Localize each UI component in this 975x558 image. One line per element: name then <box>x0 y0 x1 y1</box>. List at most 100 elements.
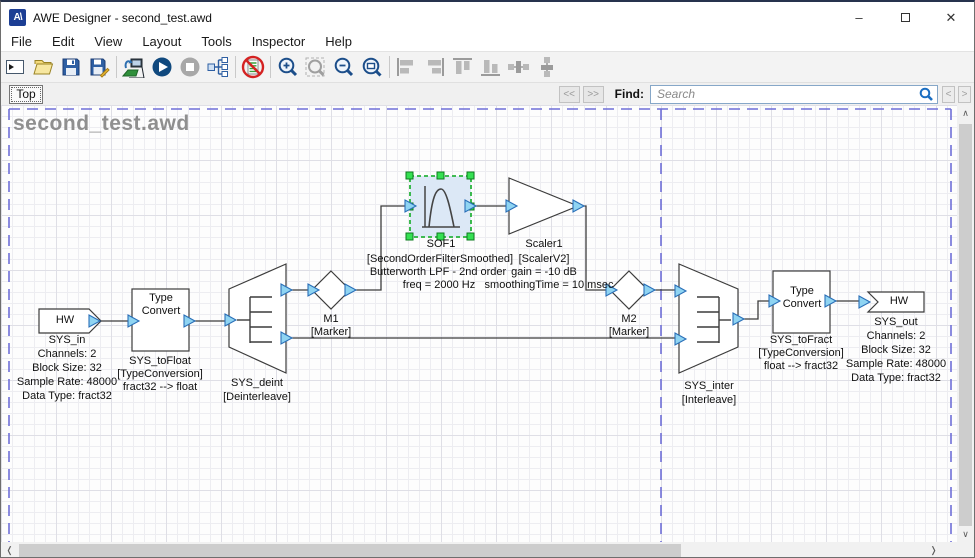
menu-view[interactable]: View <box>84 31 132 51</box>
wire[interactable] <box>738 301 773 319</box>
inspector-disabled-button[interactable] <box>239 54 267 81</box>
scaler1-name: Scaler1 <box>525 238 562 251</box>
menu-bar: File Edit View Layout Tools Inspector He… <box>1 31 974 52</box>
minimize-button[interactable]: – <box>836 4 882 31</box>
zoom-selection-button[interactable] <box>302 54 330 81</box>
history-forward-button[interactable]: >> <box>583 86 604 103</box>
toolbar-separator <box>235 56 236 78</box>
scaler1-type: [ScalerV2] <box>519 253 570 266</box>
navigation-row: Top << >> Find: < > <box>1 83 974 105</box>
search-icon[interactable] <box>919 87 934 102</box>
sys-out-shape-label: HW <box>890 295 908 308</box>
open-folder-icon <box>32 56 54 78</box>
sys-tofloat-shape-label: Convert <box>142 305 181 318</box>
propagate-changes-icon <box>206 56 230 78</box>
scroll-down-icon[interactable]: ∨ <box>957 526 974 543</box>
menu-file[interactable]: File <box>1 31 42 51</box>
align-top-button[interactable] <box>449 54 477 81</box>
sys-deint-type: [Deinterleave] <box>223 391 291 404</box>
toolbar-separator <box>270 56 271 78</box>
menu-edit[interactable]: Edit <box>42 31 84 51</box>
find-next-button[interactable]: > <box>958 86 971 103</box>
pin-icon[interactable] <box>859 296 870 308</box>
align-top-icon <box>451 56 475 78</box>
sof1-name: SOF1 <box>427 238 456 251</box>
zoom-in-button[interactable] <box>274 54 302 81</box>
vertical-scrollbar-thumb[interactable] <box>959 124 972 527</box>
sys-out-prop: Block Size: 32 <box>861 344 931 357</box>
sys-tofract-detail: float --> fract32 <box>764 360 838 373</box>
tab-top[interactable]: Top <box>9 85 43 104</box>
open-file-button[interactable] <box>29 54 57 81</box>
sys-tofloat-detail: fract32 --> float <box>123 381 197 394</box>
save-icon <box>60 56 82 78</box>
pin-icon[interactable] <box>573 200 584 212</box>
distribute-vertical-icon <box>536 56 558 78</box>
align-left-button[interactable] <box>393 54 421 81</box>
save-as-icon <box>88 56 110 78</box>
distribute-horizontal-button[interactable] <box>505 54 533 81</box>
scroll-right-icon[interactable]: ❭ <box>925 542 942 558</box>
m2-name: M2 <box>621 313 636 326</box>
sys-in-prop: Block Size: 32 <box>32 362 102 375</box>
sys-deint-name: SYS_deint <box>231 377 283 390</box>
zoom-out-button[interactable] <box>330 54 358 81</box>
scroll-up-icon[interactable]: ∧ <box>957 105 974 122</box>
sof1-detail: freq = 2000 Hz <box>403 279 475 292</box>
zoom-in-icon <box>277 56 299 78</box>
distribute-vertical-button[interactable] <box>533 54 561 81</box>
align-bottom-button[interactable] <box>477 54 505 81</box>
block-sys-inter[interactable] <box>679 264 738 373</box>
sys-out-prop: Sample Rate: 48000 <box>846 358 946 371</box>
zoom-fit-button[interactable] <box>358 54 386 81</box>
block-sys-deint[interactable] <box>229 264 286 373</box>
menu-layout[interactable]: Layout <box>132 31 191 51</box>
menu-inspector[interactable]: Inspector <box>242 31 315 51</box>
block-scaler1[interactable] <box>509 178 578 234</box>
search-input[interactable] <box>650 85 938 104</box>
horizontal-scrollbar[interactable]: ❬ ❭ <box>1 542 959 558</box>
app-window: A\ AWE Designer - second_test.awd – ✕ Fi… <box>0 0 975 558</box>
pin-icon[interactable] <box>345 284 356 296</box>
sys-in-prop: Channels: 2 <box>38 348 97 361</box>
toolbar-separator <box>116 56 117 78</box>
m2-type: [Marker] <box>609 326 649 339</box>
sys-in-shape-label: HW <box>56 314 74 327</box>
wire[interactable] <box>578 206 610 290</box>
sys-inter-type: [Interleave] <box>682 394 736 407</box>
maximize-button[interactable] <box>882 4 928 31</box>
m1-type: [Marker] <box>311 326 351 339</box>
history-back-button[interactable]: << <box>559 86 580 103</box>
save-button[interactable] <box>57 54 85 81</box>
sys-in-prop: Sample Rate: 48000 <box>17 376 117 389</box>
close-button[interactable]: ✕ <box>928 4 974 31</box>
menu-help[interactable]: Help <box>315 31 362 51</box>
find-prev-button[interactable]: < <box>942 86 955 103</box>
m1-name: M1 <box>323 313 338 326</box>
scaler1-detail: smoothingTime = 10 msec <box>485 279 614 292</box>
distribute-horizontal-icon <box>507 56 531 78</box>
horizontal-scrollbar-thumb[interactable] <box>19 544 681 557</box>
sys-tofract-shape-label: Convert <box>783 298 822 311</box>
align-right-button[interactable] <box>421 54 449 81</box>
run-button[interactable] <box>148 54 176 81</box>
vertical-scrollbar[interactable]: ∧ ∨ <box>957 105 974 543</box>
pin-icon[interactable] <box>644 284 655 296</box>
propagate-changes-button[interactable] <box>204 54 232 81</box>
toolbar <box>1 52 974 83</box>
menu-tools[interactable]: Tools <box>191 31 241 51</box>
design-canvas[interactable]: second_test.awd <box>1 105 959 542</box>
new-design-button[interactable] <box>1 54 29 81</box>
connect-target-button[interactable] <box>120 54 148 81</box>
save-as-button[interactable] <box>85 54 113 81</box>
connect-target-icon <box>122 56 146 78</box>
stop-button[interactable] <box>176 54 204 81</box>
zoom-selection-icon <box>304 56 328 78</box>
new-design-icon <box>4 56 26 78</box>
sys-out-prop: Data Type: fract32 <box>851 372 941 385</box>
sys-inter-name: SYS_inter <box>684 380 734 393</box>
sys-in-prop: Data Type: fract32 <box>22 390 112 403</box>
align-right-icon <box>423 56 447 78</box>
scroll-left-icon[interactable]: ❬ <box>1 542 18 558</box>
sys-tofloat-shape-label: Type <box>149 292 173 305</box>
